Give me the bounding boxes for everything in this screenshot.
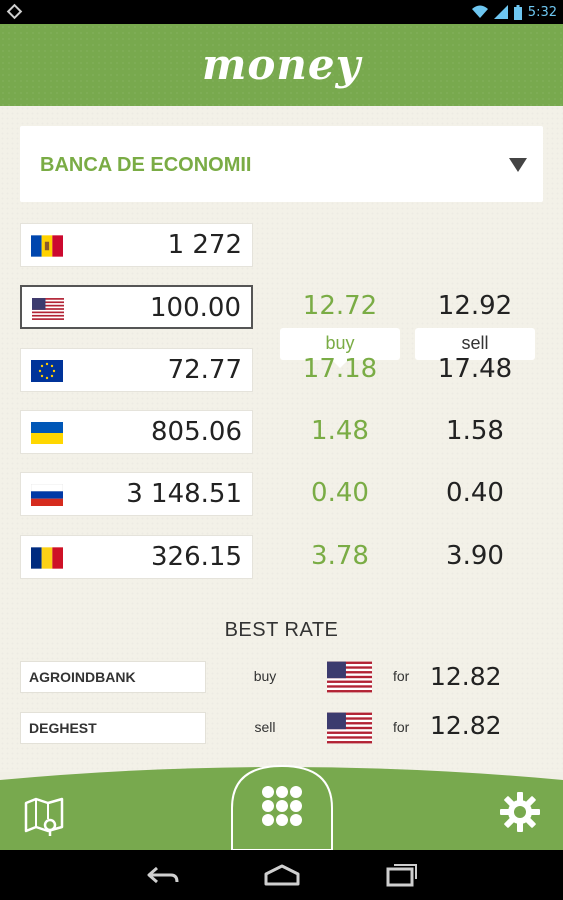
sell-rate-ron: 3.90 xyxy=(446,541,504,571)
sell-rate-uah: 1.58 xyxy=(446,416,504,446)
app-title: money xyxy=(201,40,362,89)
eu-flag-icon xyxy=(31,360,63,382)
buy-rate-eur: 17.18 xyxy=(302,354,378,384)
app-header: money xyxy=(0,24,563,106)
usa-flag-icon xyxy=(327,712,372,744)
keypad-icon[interactable] xyxy=(238,764,326,850)
currency-amount: 326.15 xyxy=(151,542,242,572)
status-bar: 5:32 xyxy=(0,0,563,24)
base-amount: 1 272 xyxy=(167,230,242,260)
buy-rate-ron: 3.78 xyxy=(311,541,369,571)
buy-rate-usd: 12.72 xyxy=(302,291,378,321)
currency-amount: 72.77 xyxy=(167,355,242,385)
best-rate-value: 12.82 xyxy=(430,662,502,691)
bottom-toolbar xyxy=(0,760,563,850)
ukraine-flag-icon xyxy=(31,422,63,444)
status-time: 5:32 xyxy=(527,4,557,20)
notification-icon xyxy=(6,3,23,20)
best-rate-kind: buy xyxy=(253,668,277,684)
sell-rate-usd: 12.92 xyxy=(437,291,513,321)
currency-row-eur[interactable]: 72.77 xyxy=(20,348,253,392)
currency-amount: 3 148.51 xyxy=(126,479,242,509)
base-currency-input[interactable]: 1 272 xyxy=(20,223,253,267)
usa-flag-icon xyxy=(32,298,64,320)
back-icon[interactable] xyxy=(143,860,183,890)
gear-icon[interactable] xyxy=(498,790,542,834)
map-pin-icon[interactable] xyxy=(22,793,66,837)
buy-rate-uah: 1.48 xyxy=(311,416,369,446)
best-rate-value: 12.82 xyxy=(430,711,502,740)
currency-row-rub[interactable]: 3 148.51 xyxy=(20,472,253,516)
currency-amount: 805.06 xyxy=(151,417,242,447)
best-rate-for: for xyxy=(393,719,410,735)
best-rate-kind: sell xyxy=(254,719,276,735)
sell-rate-rub: 0.40 xyxy=(446,478,504,508)
currency-amount: 100.00 xyxy=(150,293,241,323)
battery-icon xyxy=(513,4,522,20)
system-icons: 5:32 xyxy=(471,3,557,21)
currency-row-ron[interactable]: 326.15 xyxy=(20,535,253,579)
russia-flag-icon xyxy=(31,484,63,506)
sell-rate-eur: 17.48 xyxy=(437,354,513,384)
usa-flag-icon xyxy=(327,661,372,693)
currency-row-usd[interactable]: 100.00 xyxy=(20,285,253,329)
bank-dropdown[interactable]: BANCA DE ECONOMII xyxy=(20,126,543,202)
wifi-icon xyxy=(471,5,488,18)
signal-icon xyxy=(493,5,508,19)
best-rate-bank[interactable]: AGROINDBANK xyxy=(20,661,206,693)
best-rate-bank[interactable]: DEGHEST xyxy=(20,712,206,744)
bank-dropdown-value: BANCA DE ECONOMII xyxy=(40,154,252,176)
best-rate-for: for xyxy=(393,668,410,684)
dropdown-arrow-icon xyxy=(509,158,527,172)
system-nav-bar xyxy=(0,850,563,900)
best-rate-title: BEST RATE xyxy=(224,619,339,641)
currency-row-uah[interactable]: 805.06 xyxy=(20,410,253,454)
recents-icon[interactable] xyxy=(382,860,422,890)
moldova-flag-icon xyxy=(31,235,63,257)
home-icon[interactable] xyxy=(262,860,302,890)
romania-flag-icon xyxy=(31,547,63,569)
buy-rate-rub: 0.40 xyxy=(311,478,369,508)
